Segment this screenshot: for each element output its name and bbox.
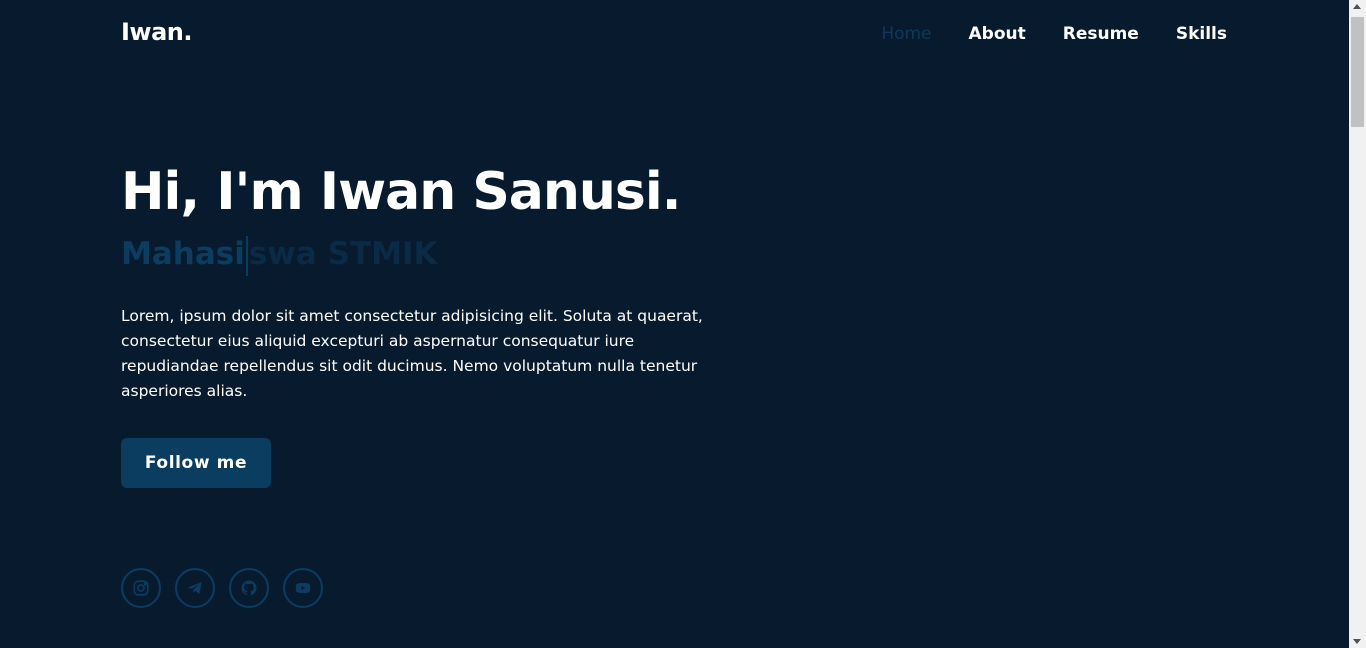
telegram-icon (187, 582, 202, 594)
site-header: Iwan. Home About Resume Skills (0, 0, 1349, 72)
typing-cursor (245, 235, 248, 276)
hero-title: Hi, I'm Iwan Sanusi. (121, 162, 681, 222)
hero-section: Hi, I'm Iwan Sanusi. Mahasi swa STMIK Lor… (121, 160, 741, 404)
nav-resume[interactable]: Resume (1063, 24, 1139, 44)
github-link[interactable] (229, 568, 269, 608)
typed-subtitle: Mahasi swa STMIK (121, 232, 741, 276)
social-links (121, 568, 323, 608)
typed-text: Mahasi (121, 236, 245, 272)
site-logo[interactable]: Iwan. (121, 18, 193, 46)
typed-ghost-text: swa STMIK (248, 236, 438, 272)
nav-home[interactable]: Home (881, 24, 931, 44)
scroll-up-icon[interactable] (1353, 4, 1361, 9)
scroll-thumb[interactable] (1351, 17, 1364, 127)
vertical-scrollbar[interactable] (1349, 0, 1366, 648)
instagram-icon (133, 580, 149, 596)
youtube-link[interactable] (283, 568, 323, 608)
hero-description: Lorem, ipsum dolor sit amet consectetur … (121, 307, 703, 400)
main-nav: Home About Resume Skills (881, 24, 1227, 44)
nav-about[interactable]: About (969, 24, 1026, 44)
nav-skills[interactable]: Skills (1176, 24, 1227, 44)
instagram-link[interactable] (121, 568, 161, 608)
github-icon (241, 580, 257, 596)
follow-me-button[interactable]: Follow me (121, 438, 271, 488)
page: Iwan. Home About Resume Skills Hi, I'm I… (0, 0, 1349, 648)
scroll-down-icon[interactable] (1353, 639, 1361, 644)
telegram-link[interactable] (175, 568, 215, 608)
youtube-icon (295, 583, 311, 593)
